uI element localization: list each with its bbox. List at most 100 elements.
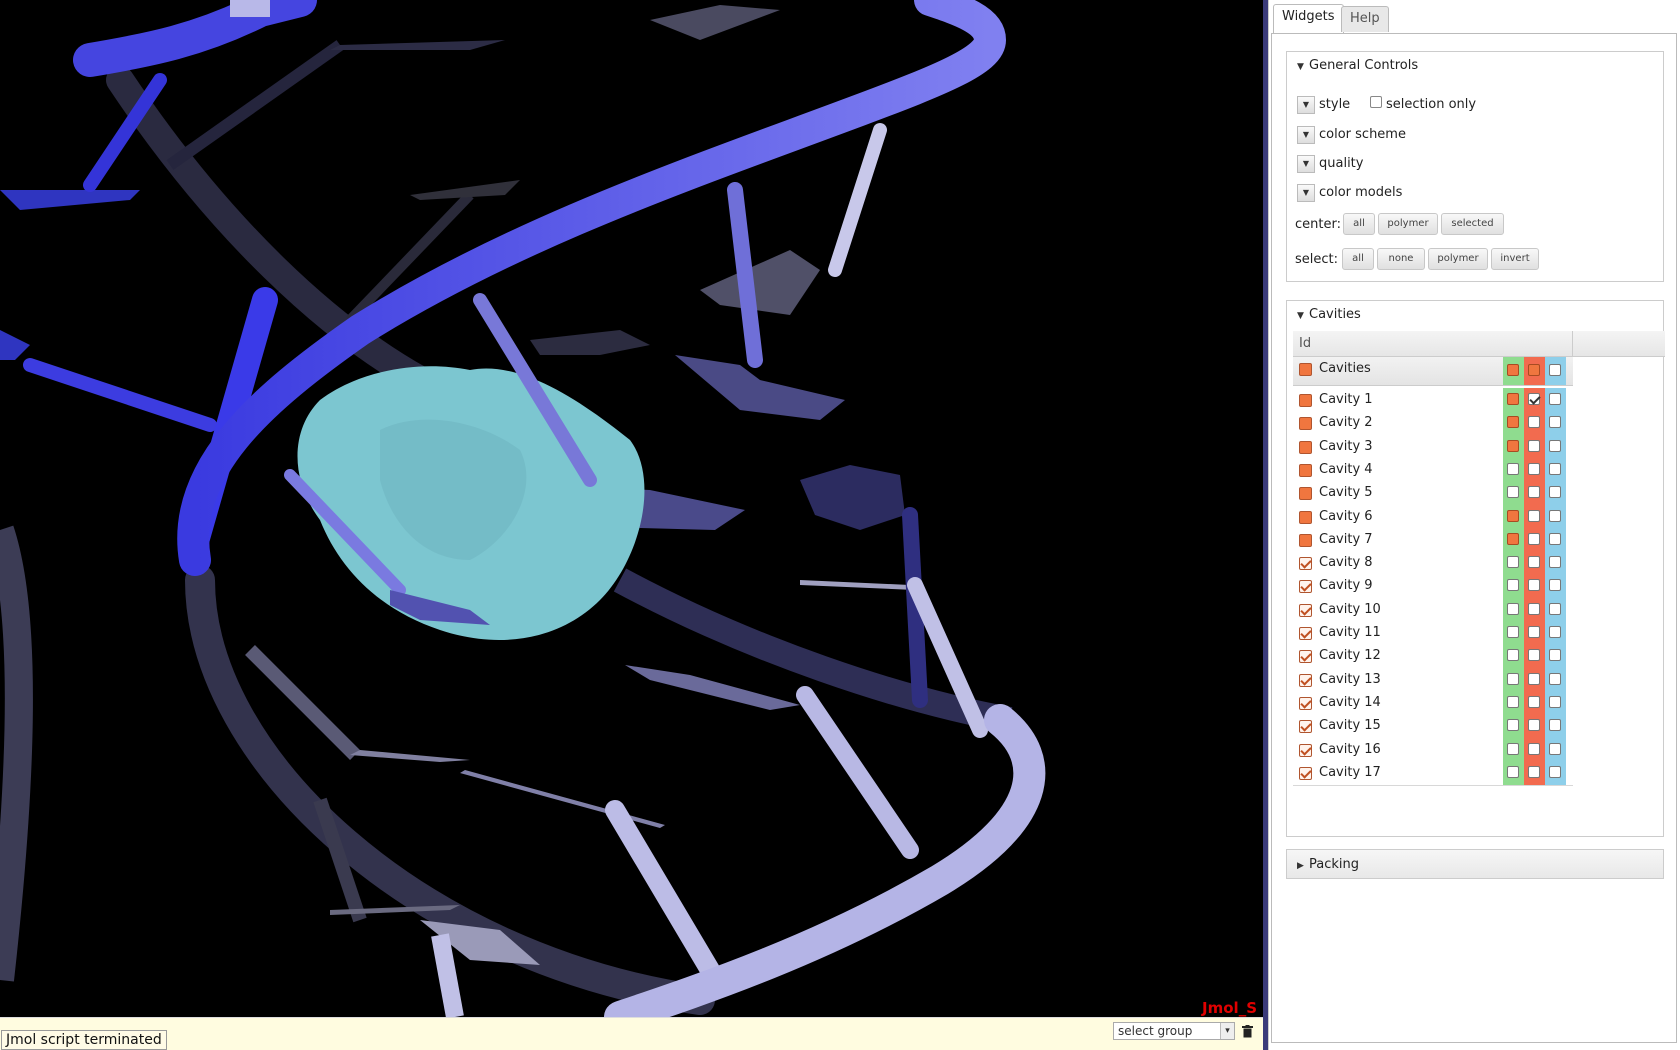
table-row[interactable]: Cavity 2 bbox=[1293, 411, 1573, 437]
visibility-checkbox[interactable] bbox=[1299, 627, 1312, 640]
visibility-checkbox[interactable] bbox=[1299, 363, 1312, 376]
blue-toggle-checkbox[interactable] bbox=[1549, 439, 1561, 452]
visibility-checkbox[interactable] bbox=[1299, 533, 1312, 547]
green-toggle-checkbox[interactable] bbox=[1507, 579, 1519, 592]
center-polymer-button[interactable]: polymer bbox=[1378, 213, 1438, 235]
quality-dropdown-button[interactable]: ▼ bbox=[1297, 155, 1315, 173]
red-toggle-checkbox[interactable] bbox=[1528, 626, 1540, 638]
visibility-checkbox[interactable] bbox=[1299, 603, 1312, 617]
visibility-checkbox[interactable] bbox=[1299, 743, 1312, 757]
red-toggle-checkbox[interactable] bbox=[1528, 556, 1540, 569]
blue-toggle-checkbox[interactable] bbox=[1549, 626, 1561, 638]
green-toggle-checkbox[interactable] bbox=[1507, 364, 1519, 376]
green-toggle-checkbox[interactable] bbox=[1507, 602, 1519, 615]
packing-section[interactable]: ▶ Packing bbox=[1286, 849, 1664, 879]
select-group-dropdown[interactable]: select group ▾ bbox=[1113, 1022, 1235, 1040]
style-dropdown-button[interactable]: ▼ bbox=[1297, 96, 1315, 114]
center-all-button[interactable]: all bbox=[1343, 213, 1375, 235]
visibility-checkbox[interactable] bbox=[1299, 394, 1312, 407]
select-invert-button[interactable]: invert bbox=[1491, 248, 1539, 270]
blue-toggle-checkbox[interactable] bbox=[1549, 602, 1561, 615]
green-toggle-checkbox[interactable] bbox=[1507, 556, 1519, 569]
center-selected-button[interactable]: selected bbox=[1441, 213, 1504, 235]
green-toggle-checkbox[interactable] bbox=[1507, 765, 1519, 778]
green-toggle-checkbox[interactable] bbox=[1507, 416, 1519, 429]
blue-toggle-checkbox[interactable] bbox=[1549, 695, 1561, 708]
blue-toggle-checkbox[interactable] bbox=[1549, 556, 1561, 569]
trash-icon[interactable] bbox=[1242, 1025, 1253, 1038]
cavities-group-row[interactable]: Cavities bbox=[1293, 357, 1573, 386]
blue-toggle-checkbox[interactable] bbox=[1549, 509, 1561, 522]
table-row[interactable]: Cavity 6 bbox=[1293, 504, 1573, 530]
table-row[interactable]: Cavity 14 bbox=[1293, 690, 1573, 716]
table-row[interactable]: Cavity 9 bbox=[1293, 574, 1573, 600]
visibility-checkbox[interactable] bbox=[1299, 440, 1312, 454]
table-row[interactable]: Cavity 16 bbox=[1293, 737, 1573, 763]
red-toggle-checkbox[interactable] bbox=[1528, 364, 1540, 376]
blue-toggle-checkbox[interactable] bbox=[1549, 462, 1561, 475]
table-row[interactable]: Cavity 3 bbox=[1293, 434, 1573, 460]
general-controls-header[interactable]: ▼ General Controls bbox=[1297, 58, 1418, 73]
red-toggle-checkbox[interactable] bbox=[1528, 765, 1540, 778]
red-toggle-checkbox[interactable] bbox=[1528, 393, 1540, 405]
red-toggle-checkbox[interactable] bbox=[1528, 579, 1540, 592]
color-models-dropdown-button[interactable]: ▼ bbox=[1297, 184, 1315, 202]
blue-toggle-checkbox[interactable] bbox=[1549, 579, 1561, 592]
visibility-checkbox[interactable] bbox=[1299, 580, 1312, 594]
green-toggle-checkbox[interactable] bbox=[1507, 462, 1519, 475]
green-toggle-checkbox[interactable] bbox=[1507, 649, 1519, 662]
visibility-checkbox[interactable] bbox=[1299, 650, 1312, 664]
visibility-checkbox[interactable] bbox=[1299, 557, 1312, 571]
table-row[interactable]: Cavity 7 bbox=[1293, 527, 1573, 553]
molecule-canvas[interactable] bbox=[0, 0, 1263, 1017]
red-toggle-checkbox[interactable] bbox=[1528, 439, 1540, 452]
green-toggle-checkbox[interactable] bbox=[1507, 509, 1519, 522]
table-row[interactable]: Cavity 17 bbox=[1293, 760, 1573, 786]
blue-toggle-checkbox[interactable] bbox=[1549, 742, 1561, 755]
blue-toggle-checkbox[interactable] bbox=[1549, 672, 1561, 685]
select-all-button[interactable]: all bbox=[1342, 248, 1374, 270]
red-toggle-checkbox[interactable] bbox=[1528, 416, 1540, 429]
green-toggle-checkbox[interactable] bbox=[1507, 695, 1519, 708]
select-polymer-button[interactable]: polymer bbox=[1428, 248, 1488, 270]
green-toggle-checkbox[interactable] bbox=[1507, 719, 1519, 732]
red-toggle-checkbox[interactable] bbox=[1528, 462, 1540, 475]
color-scheme-dropdown-button[interactable]: ▼ bbox=[1297, 126, 1315, 144]
green-toggle-checkbox[interactable] bbox=[1507, 486, 1519, 499]
red-toggle-checkbox[interactable] bbox=[1528, 486, 1540, 499]
blue-toggle-checkbox[interactable] bbox=[1549, 416, 1561, 429]
visibility-checkbox[interactable] bbox=[1299, 720, 1312, 734]
green-toggle-checkbox[interactable] bbox=[1507, 393, 1519, 405]
molecule-viewer[interactable]: Jmol_S bbox=[0, 0, 1263, 1017]
green-toggle-checkbox[interactable] bbox=[1507, 626, 1519, 638]
table-row[interactable]: Cavity 1 bbox=[1293, 388, 1573, 413]
blue-toggle-checkbox[interactable] bbox=[1549, 393, 1561, 405]
red-toggle-checkbox[interactable] bbox=[1528, 532, 1540, 545]
table-row[interactable]: Cavity 8 bbox=[1293, 551, 1573, 577]
column-header-id[interactable]: Id bbox=[1293, 331, 1573, 357]
tab-help[interactable]: Help bbox=[1341, 6, 1389, 32]
table-row[interactable]: Cavity 11 bbox=[1293, 621, 1573, 646]
selection-only-checkbox[interactable] bbox=[1370, 96, 1382, 108]
table-row[interactable]: Cavity 4 bbox=[1293, 457, 1573, 483]
red-toggle-checkbox[interactable] bbox=[1528, 719, 1540, 732]
red-toggle-checkbox[interactable] bbox=[1528, 649, 1540, 662]
red-toggle-checkbox[interactable] bbox=[1528, 509, 1540, 522]
visibility-checkbox[interactable] bbox=[1299, 673, 1312, 687]
green-toggle-checkbox[interactable] bbox=[1507, 742, 1519, 755]
visibility-checkbox[interactable] bbox=[1299, 696, 1312, 710]
green-toggle-checkbox[interactable] bbox=[1507, 439, 1519, 452]
tab-widgets[interactable]: Widgets bbox=[1273, 4, 1344, 34]
green-toggle-checkbox[interactable] bbox=[1507, 532, 1519, 545]
blue-toggle-checkbox[interactable] bbox=[1549, 719, 1561, 732]
blue-toggle-checkbox[interactable] bbox=[1549, 649, 1561, 662]
visibility-checkbox[interactable] bbox=[1299, 510, 1312, 524]
visibility-checkbox[interactable] bbox=[1299, 766, 1312, 780]
blue-toggle-checkbox[interactable] bbox=[1549, 532, 1561, 545]
visibility-checkbox[interactable] bbox=[1299, 463, 1312, 477]
visibility-checkbox[interactable] bbox=[1299, 417, 1312, 431]
red-toggle-checkbox[interactable] bbox=[1528, 602, 1540, 615]
select-none-button[interactable]: none bbox=[1377, 248, 1425, 270]
green-toggle-checkbox[interactable] bbox=[1507, 672, 1519, 685]
red-toggle-checkbox[interactable] bbox=[1528, 742, 1540, 755]
